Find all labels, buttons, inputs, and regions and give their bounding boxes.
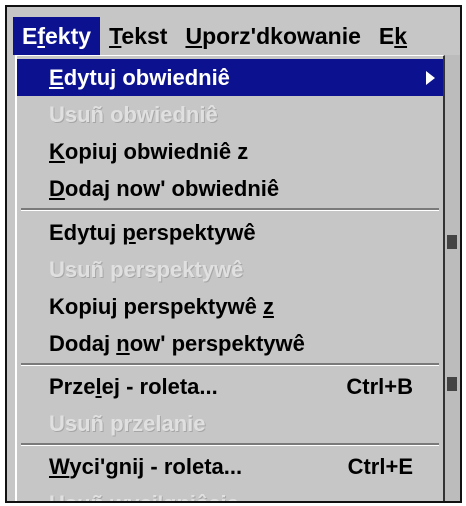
menu-item-usun-obwiednie: Usuñ obwiedniê: [49, 102, 218, 127]
menu-item-edytuj-perspektywe[interactable]: Edytuj perspektywê: [17, 214, 443, 251]
menu-item-usun-wyciagniecie: Usuñ wyci'gniêcie: [17, 485, 443, 501]
menu-separator: [21, 363, 439, 366]
menu-ek-truncated[interactable]: Ek: [370, 17, 416, 55]
menu-separator: [21, 443, 439, 446]
menu-item-dodaj-nowa-perspektywe[interactable]: Dodaj now' perspektywê: [17, 325, 443, 362]
menu-uporzadkowanie[interactable]: Uporz'dkowanie: [176, 17, 369, 55]
background-marker: [447, 235, 457, 249]
menu-tekst[interactable]: Tekst: [100, 17, 176, 55]
menu-item-edytuj-obwiednie[interactable]: Edytuj obwiedniê: [17, 59, 443, 96]
menu-bar: Efekty Tekst Uporz'dkowanie Ek: [7, 7, 460, 55]
menu-item-kopiuj-perspektywe-z[interactable]: Kopiuj perspektywê z: [17, 288, 443, 325]
menu-item-usun-perspektywe: Usuñ perspektywê: [49, 257, 244, 282]
submenu-arrow-icon: [426, 71, 435, 85]
application-window: Efekty Tekst Uporz'dkowanie Ek Edytuj ob…: [5, 5, 462, 503]
menu-separator: [21, 208, 439, 211]
menu-efekty[interactable]: Efekty: [13, 17, 101, 55]
efekty-dropdown-menu: Edytuj obwiedniê Usuñ obwiedniê Kopiuj o…: [15, 55, 445, 501]
menu-item-przelej-roleta[interactable]: Przelej - roleta... Ctrl+B: [17, 368, 443, 405]
shortcut-label: Ctrl+E: [347, 454, 413, 479]
menu-item-dodaj-nowa-obwiednie[interactable]: Dodaj now' obwiedniê: [17, 170, 443, 207]
shortcut-label: Ctrl+B: [346, 374, 413, 399]
menu-item-kopiuj-obwiednie-z[interactable]: Kopiuj obwiedniê z: [17, 133, 443, 170]
background-marker: [447, 377, 457, 391]
menu-item-wyciagnij-roleta[interactable]: Wyci'gnij - roleta... Ctrl+E: [17, 448, 443, 485]
menu-item-usun-przelanie: Usuñ przelanie: [49, 411, 206, 436]
